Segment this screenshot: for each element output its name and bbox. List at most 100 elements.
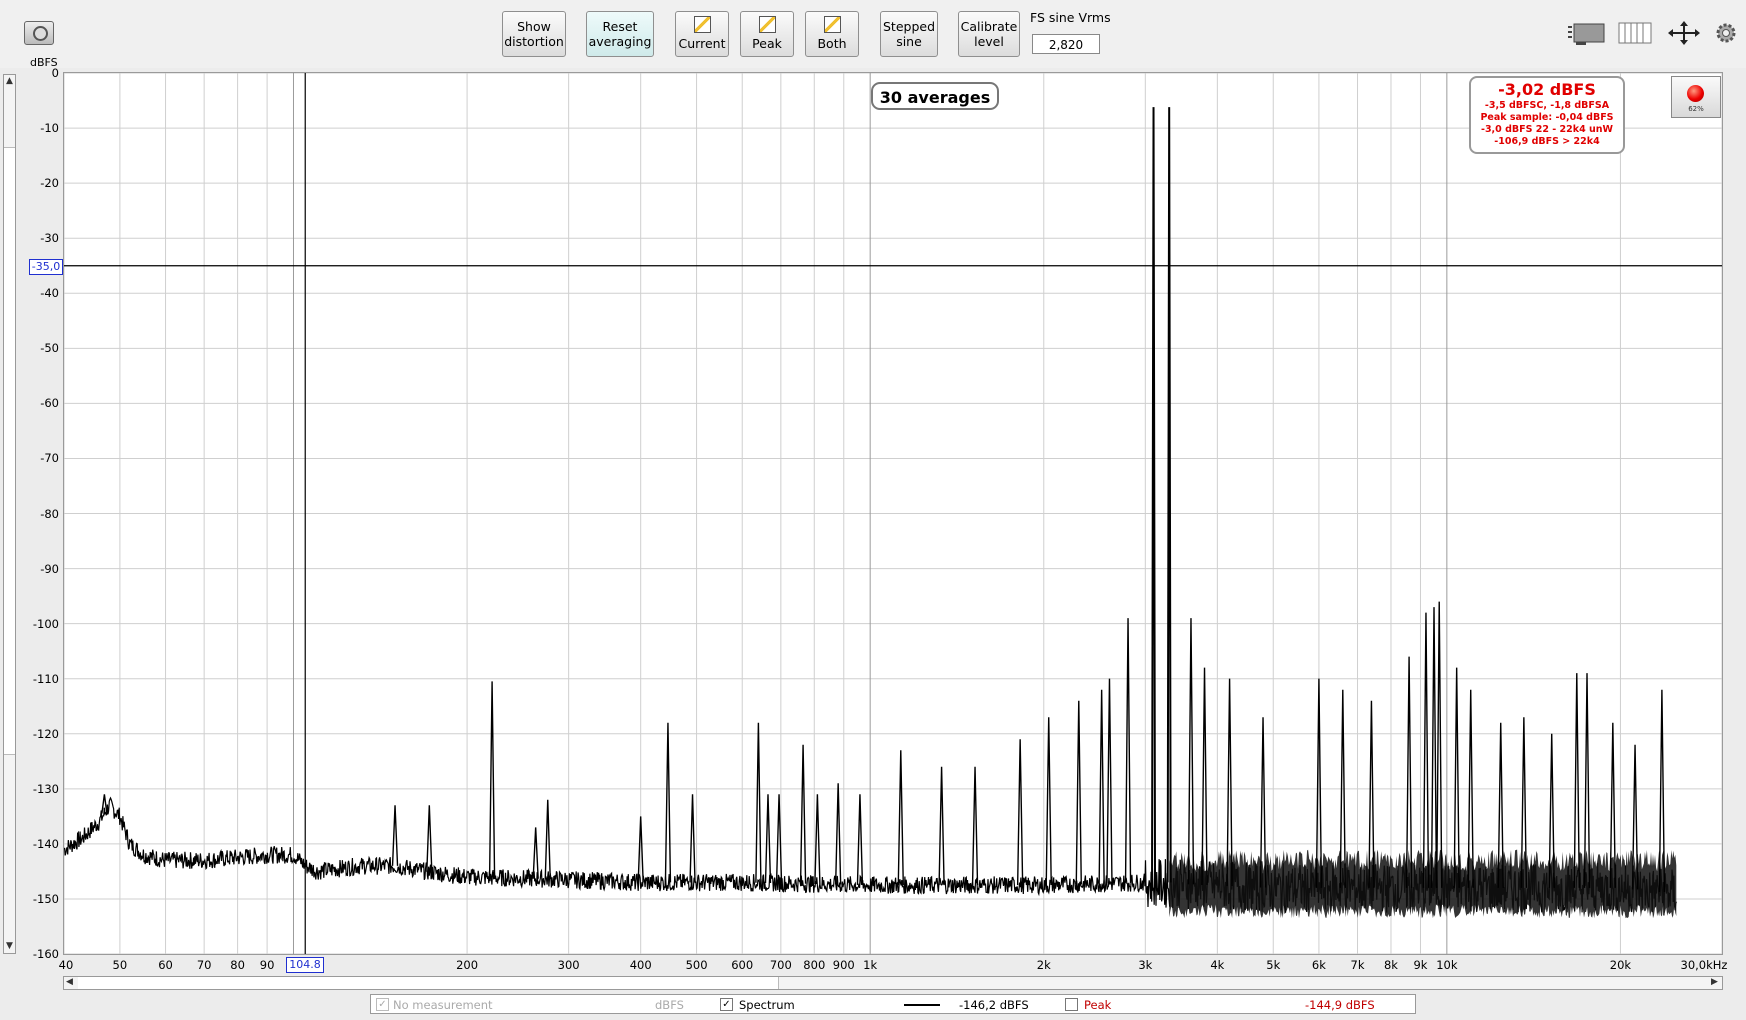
spur-peak (897, 750, 904, 886)
vertical-scrollbar[interactable]: ▲ ▼ (3, 74, 16, 954)
level-line: Peak sample: -0,04 dBFS (1480, 112, 1614, 123)
scroll-up-icon[interactable]: ▲ (6, 76, 13, 86)
spur-peak (814, 794, 821, 885)
y-tick-label: -130 (32, 781, 59, 796)
x-tick-label: 20k (1609, 958, 1632, 972)
peak-button[interactable]: Peak (740, 11, 794, 57)
y-tick-label: -80 (40, 506, 59, 521)
spur-peak (1453, 667, 1460, 888)
spur-peak (1187, 618, 1195, 885)
horizontal-scroll-thumb[interactable] (78, 977, 779, 989)
x-tick-label: 300 (557, 958, 580, 972)
spur-peak (1075, 700, 1082, 885)
scroll-right-icon[interactable]: ▶ (1711, 977, 1718, 987)
spur-peak (1124, 618, 1132, 883)
vertical-scroll-thumb[interactable] (4, 147, 15, 755)
y-tick-label: -60 (40, 396, 59, 411)
move-arrows-icon[interactable] (1666, 20, 1702, 46)
spur-peak (764, 794, 772, 883)
spectrum-line-swatch (904, 1004, 940, 1006)
level-readout: -3,02 dBFS -3,5 dBFSC, -1,8 dBFSA Peak s… (1469, 76, 1625, 154)
test-tone-peak (1151, 107, 1157, 883)
spectrum-chart (64, 73, 1722, 954)
x-tick-label: 30,0kHz (1680, 958, 1728, 972)
level-line: -106,9 dBFS > 22k4 (1494, 136, 1600, 147)
x-tick-label: 90 (259, 958, 275, 972)
level-line: -3,5 dBFSC, -1,8 dBFSA (1484, 100, 1610, 111)
x-tick-label: 3k (1138, 958, 1153, 972)
y-tick-label: -50 (40, 341, 59, 356)
spur-peak (1436, 601, 1443, 888)
x-tick-label: 4k (1210, 958, 1225, 972)
x-tick-label: 80 (230, 958, 245, 972)
cursor-x-readout: 104.8 (286, 957, 324, 973)
spur-peak (426, 805, 433, 872)
x-tick-label: 2k (1036, 958, 1051, 972)
spur-peak (689, 794, 696, 883)
legend-unit: dBFS (655, 998, 684, 1012)
spur-peak (1368, 700, 1375, 888)
calibrate-level-button[interactable]: Calibrate level (958, 11, 1020, 57)
y-tick-label: -20 (40, 176, 59, 191)
no-measurement-label: No measurement (393, 998, 493, 1012)
y-tick-label: -10 (40, 121, 59, 136)
peak-value: -144,9 dBFS (1305, 998, 1375, 1012)
test-tone-peak (1166, 107, 1172, 883)
clip-indicator[interactable]: 62% (1671, 76, 1721, 118)
cursor-y-readout: -35,0 (29, 259, 63, 275)
clip-percent: 62% (1688, 105, 1704, 113)
y-tick-label: -100 (32, 616, 59, 631)
gear-icon[interactable] (1713, 20, 1739, 46)
trace-icon (823, 16, 841, 33)
x-tick-label: 600 (731, 958, 754, 972)
columns-icon[interactable] (1617, 20, 1653, 46)
spur-peak (1016, 739, 1024, 886)
spectrum-value: -146,2 dBFS (959, 998, 1029, 1012)
stepped-sine-button[interactable]: Stepped sine (880, 11, 938, 57)
spur-peak (799, 744, 807, 884)
spur-peak (488, 681, 496, 878)
spur-peak (532, 827, 539, 879)
show-distortion-button[interactable]: Show distortion (502, 11, 566, 57)
x-tick-label: 9k (1413, 958, 1428, 972)
spur-peak (938, 766, 945, 886)
x-tick-label: 70 (196, 958, 212, 972)
x-tick-label: 1k (863, 958, 878, 972)
x-tick-label: 40 (58, 958, 74, 972)
scroll-down-icon[interactable]: ▼ (6, 941, 13, 951)
spur-peak (1259, 717, 1267, 888)
spectrum-label: Spectrum (739, 998, 795, 1012)
horizontal-scrollbar[interactable]: ◀ ▶ (63, 976, 1723, 990)
hf-noise-band (1169, 849, 1677, 919)
level-main: -3,02 dBFS (1498, 80, 1596, 99)
y-tick-label: -140 (32, 836, 59, 851)
y-tick-label: -30 (40, 231, 59, 246)
x-tick-label: 7k (1350, 958, 1365, 972)
legend-bar: ✓ No measurement dBFS ✓ Spectrum -146,2 … (370, 994, 1416, 1014)
averages-badge: 30 averages (871, 82, 999, 110)
spur-peak (1201, 667, 1208, 885)
spur-peak (664, 722, 672, 883)
spur-peak (1098, 689, 1105, 884)
scroll-left-icon[interactable]: ◀ (66, 977, 73, 987)
peak-checkbox[interactable] (1065, 998, 1078, 1011)
both-button[interactable]: Both (805, 11, 859, 57)
x-tick-label: 60 (158, 958, 173, 972)
no-measurement-checkbox[interactable]: ✓ (376, 998, 389, 1011)
panel-layout-icon[interactable] (1566, 20, 1608, 46)
trace-icon (758, 16, 776, 33)
x-tick-label: 200 (456, 958, 479, 972)
fs-sine-label: FS sine Vrms (1030, 10, 1111, 25)
camera-icon[interactable] (24, 21, 54, 45)
x-tick-label: 6k (1311, 958, 1326, 972)
reset-averaging-button[interactable]: Reset averaging (586, 11, 654, 57)
level-line: -3,0 dBFS 22 - 22k4 unW (1481, 124, 1613, 135)
current-button[interactable]: Current (675, 11, 729, 57)
clip-led-icon (1687, 85, 1704, 102)
spur-peak (1422, 612, 1430, 888)
fs-sine-input[interactable]: 2,820 (1032, 34, 1100, 54)
spur-peak (971, 766, 979, 886)
spectrum-plot[interactable] (63, 72, 1723, 955)
spur-peak (834, 783, 842, 885)
spectrum-checkbox[interactable]: ✓ (720, 998, 733, 1011)
